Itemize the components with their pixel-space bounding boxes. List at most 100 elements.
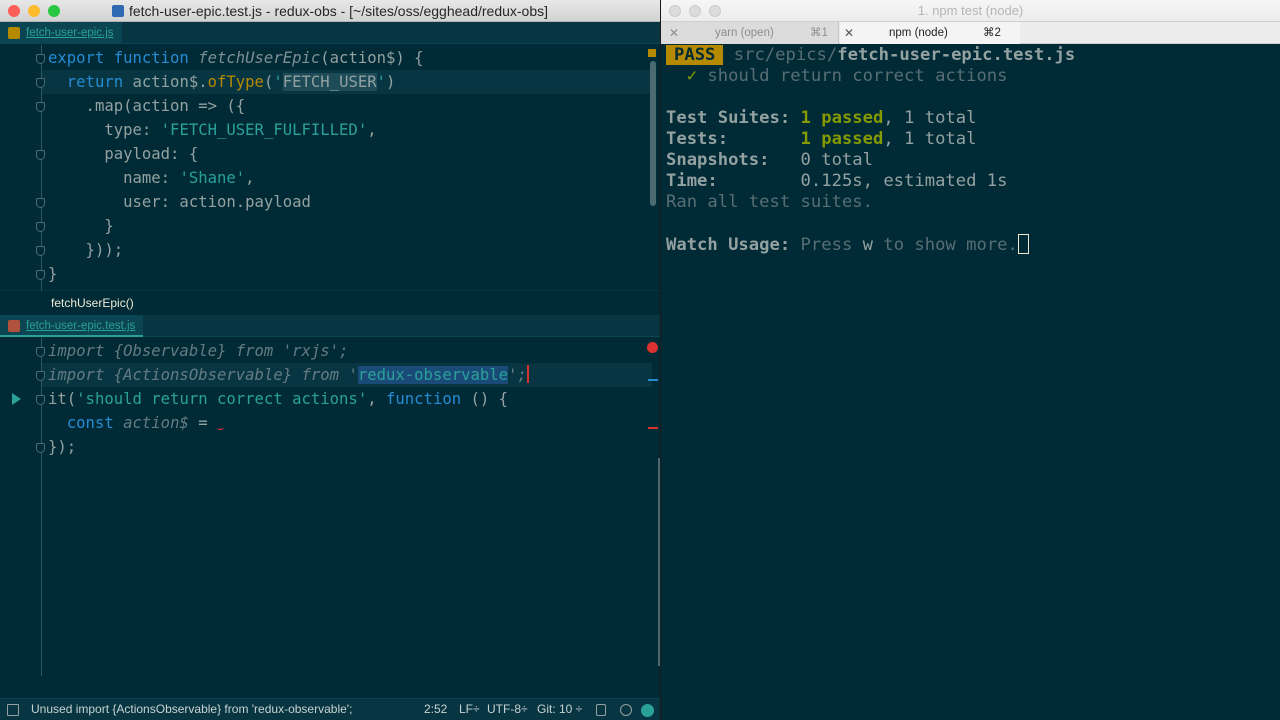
code-token: type:	[48, 121, 161, 139]
code-token: payload: {	[48, 145, 199, 163]
window-title-text: fetch-user-epic.test.js - redux-obs - [~…	[128, 3, 549, 19]
tab-fetch-user-epic[interactable]: fetch-user-epic.js	[0, 22, 122, 44]
close-tab-icon[interactable]: ✕	[844, 22, 854, 44]
test-path-file: fetch-user-epic.test.js	[837, 45, 1076, 65]
code-token: const	[66, 414, 124, 432]
ide-window-title: fetch-user-epic.test.js - redux-obs - [~…	[0, 3, 660, 19]
tab-fetch-user-epic-test[interactable]: fetch-user-epic.test.js	[0, 315, 144, 337]
code-line[interactable]: const action$ = ⌣	[48, 411, 529, 435]
error-indicator-icon[interactable]	[647, 342, 658, 353]
tab-yarn[interactable]: ✕ yarn (open) ⌘1	[661, 22, 839, 44]
code-line[interactable]: export function fetchUserEpic(action$) {	[48, 46, 424, 70]
suites-line: Test Suites: 1 passed, 1 total	[666, 108, 976, 129]
fold-marker-icon[interactable]	[36, 246, 45, 256]
code-token: export function	[48, 49, 199, 67]
warning-marker-icon[interactable]	[648, 49, 656, 57]
code-line[interactable]: type: 'FETCH_USER_FULFILLED',	[48, 118, 424, 142]
tests-total: , 1 total	[883, 129, 977, 149]
code-token: import {ActionsObservable} from	[48, 366, 349, 384]
code-line[interactable]: .map(action => ({	[48, 94, 424, 118]
line-ending-selector[interactable]: LF÷	[459, 699, 480, 720]
close-tab-icon[interactable]: ✕	[669, 22, 679, 44]
cursor-position[interactable]: 2:52	[424, 699, 447, 720]
inspector-icon[interactable]	[620, 704, 632, 716]
code-token: ,	[367, 390, 386, 408]
code-line[interactable]: });	[48, 435, 529, 459]
usage-marker[interactable]	[648, 379, 658, 381]
lock-icon[interactable]	[596, 704, 606, 716]
time-value: 0.125s, estimated 1s	[800, 171, 1008, 191]
code-token: () {	[470, 390, 509, 408]
code-token: }	[48, 265, 58, 283]
fold-marker-icon[interactable]	[36, 150, 45, 160]
code-token: name:	[48, 169, 180, 187]
bottom-code-text[interactable]: import {Observable} from 'rxjs'; import {…	[48, 339, 529, 459]
code-token: ';	[508, 366, 527, 384]
code-token: }));	[48, 241, 124, 259]
test-path-dir: src/epics/	[733, 45, 838, 65]
fold-marker-icon[interactable]	[36, 222, 45, 232]
code-line[interactable]: name: 'Shane',	[48, 166, 424, 190]
code-line[interactable]: user: action.payload	[48, 190, 424, 214]
terminal-cursor	[1017, 234, 1029, 254]
terminal-titlebar: 1. npm test (node)	[661, 0, 1280, 22]
suites-value: 1 passed	[800, 108, 884, 128]
run-test-icon[interactable]	[12, 393, 21, 405]
top-scrollbar[interactable]	[650, 61, 656, 206]
event-log-icon[interactable]	[641, 704, 654, 717]
terminal-output[interactable]: PASS src/epics/fetch-user-epic.test.js ✓…	[661, 44, 1280, 720]
code-token: .map(action => ({	[48, 97, 246, 115]
fold-marker-icon[interactable]	[36, 371, 45, 381]
fold-marker-icon[interactable]	[36, 198, 45, 208]
code-line[interactable]: import {Observable} from 'rxjs';	[48, 339, 529, 363]
fold-marker-icon[interactable]	[36, 102, 45, 112]
watch-usage-line: Watch Usage: Press w to show more.	[666, 234, 1029, 256]
encoding-selector[interactable]: UTF-8÷	[487, 699, 528, 720]
ide-window: fetch-user-epic.test.js - redux-obs - [~…	[0, 0, 660, 720]
pass-line: PASS src/epics/fetch-user-epic.test.js	[666, 45, 1075, 66]
git-branch-selector[interactable]: Git: 10 ÷	[537, 699, 582, 720]
tab-npm[interactable]: ✕ npm (node) ⌘2	[840, 22, 1020, 44]
ide-titlebar: fetch-user-epic.test.js - redux-obs - [~…	[0, 0, 660, 22]
code-line[interactable]: }));	[48, 238, 424, 262]
tab-label: fetch-user-epic.test.js	[26, 320, 136, 332]
suites-label: Test Suites:	[666, 108, 791, 128]
error-marker[interactable]	[648, 427, 658, 429]
check-icon: ✓	[686, 66, 698, 86]
tool-window-icon[interactable]	[7, 704, 19, 716]
bottom-editor-tabbar: fetch-user-epic.test.js	[0, 315, 660, 337]
code-line[interactable]: return action$.ofType('FETCH_USER')	[48, 70, 424, 94]
ran-all-text: Ran all test suites.	[666, 192, 873, 212]
code-line[interactable]: import {ActionsObservable} from 'redux-o…	[48, 363, 529, 387]
pass-badge: PASS	[666, 45, 724, 65]
code-token: 'should return correct actions'	[76, 390, 368, 408]
fold-marker-icon[interactable]	[36, 443, 45, 453]
code-token: 'FETCH_USER_FULFILLED'	[160, 121, 368, 139]
code-line[interactable]: }	[48, 262, 424, 286]
code-line[interactable]: }	[48, 214, 424, 238]
fold-marker-icon[interactable]	[36, 54, 45, 64]
tests-line: Tests: 1 passed, 1 total	[666, 129, 976, 150]
terminal-tabbar: ✕ yarn (open) ⌘1 ✕ npm (node) ⌘2	[661, 22, 1280, 44]
code-line[interactable]: it('should return correct actions', func…	[48, 387, 529, 411]
code-token: action$	[123, 414, 189, 432]
top-editor-pane[interactable]: export function fetchUserEpic(action$) {…	[0, 45, 660, 290]
bottom-editor-pane[interactable]: import {Observable} from 'rxjs'; import {…	[0, 338, 660, 698]
fold-marker-icon[interactable]	[36, 347, 45, 357]
code-token: action$.	[132, 73, 208, 91]
code-token: (	[263, 73, 274, 91]
gutter-line	[41, 338, 42, 676]
breadcrumb[interactable]: fetchUserEpic()	[0, 290, 660, 314]
code-token: )	[386, 73, 396, 91]
fold-marker-icon[interactable]	[36, 270, 45, 280]
watch-key: w	[862, 235, 873, 255]
code-token: FETCH_USER	[282, 73, 377, 91]
code-token: fetchUserEpic	[198, 49, 321, 67]
terminal-window-title: 1. npm test (node)	[917, 3, 1024, 18]
top-code-text[interactable]: export function fetchUserEpic(action$) {…	[48, 46, 424, 286]
fold-marker-icon[interactable]	[36, 78, 45, 88]
watch-press: Press	[800, 235, 863, 255]
code-line[interactable]: payload: {	[48, 142, 424, 166]
fold-marker-icon[interactable]	[36, 395, 45, 405]
